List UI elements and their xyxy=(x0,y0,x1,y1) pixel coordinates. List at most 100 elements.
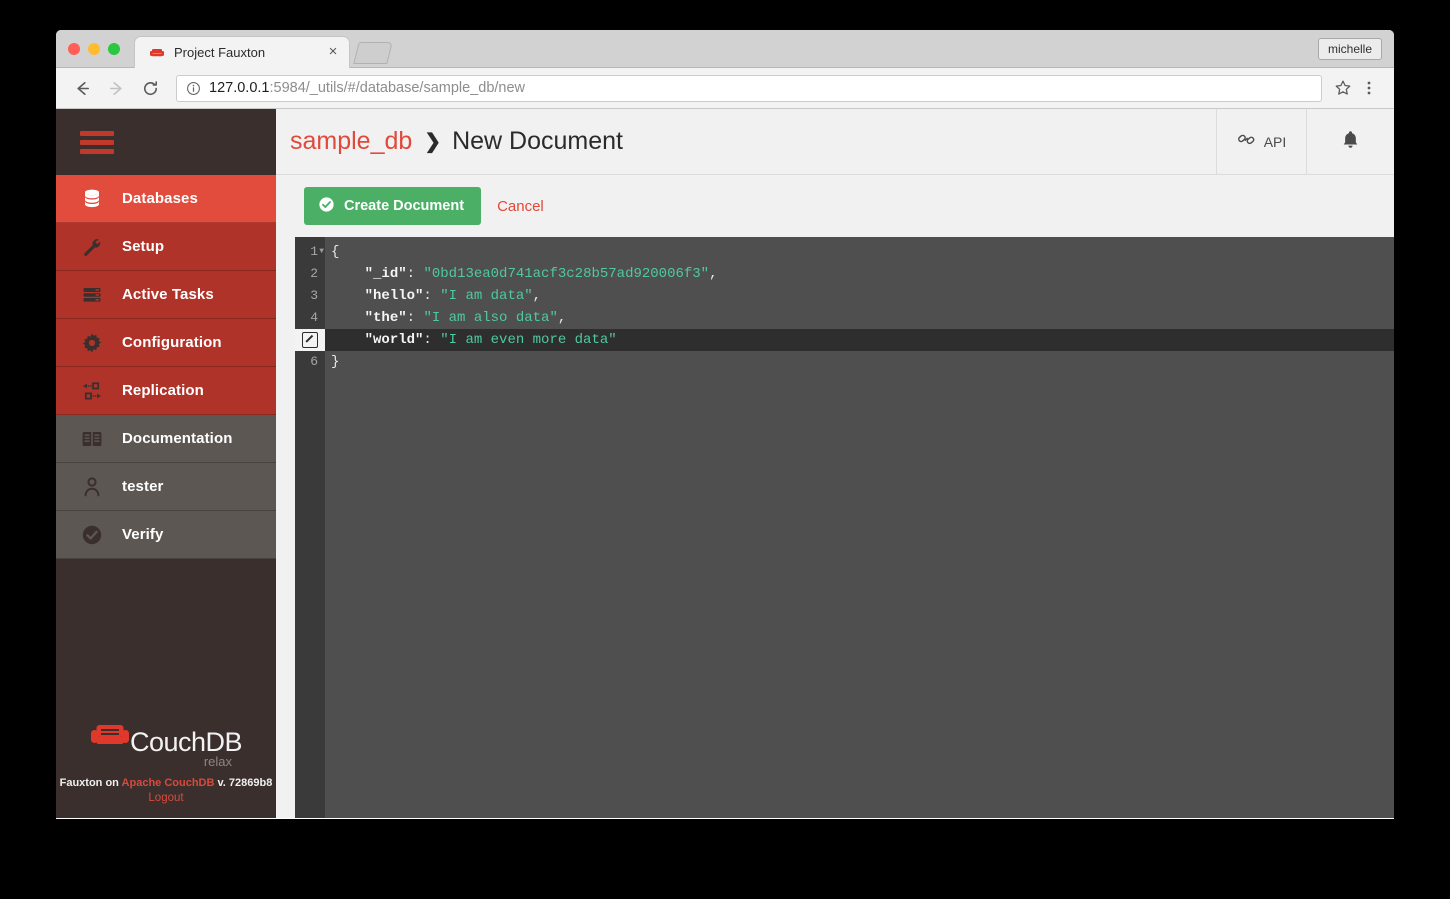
apache-couchdb-link[interactable]: Apache CouchDB xyxy=(122,777,215,789)
sidebar-item-active-tasks[interactable]: Active Tasks xyxy=(56,271,276,319)
code-line-text: { xyxy=(331,244,339,260)
url-host: 127.0.0.1 xyxy=(209,80,269,96)
couch-icon xyxy=(149,45,165,61)
gutter-line-number: 3 xyxy=(310,288,318,303)
code-line-text: "the": "I am also data", xyxy=(331,310,566,326)
json-code-editor[interactable]: 1 ▼ 2 3 4 6 xyxy=(295,237,1394,818)
window-traffic-lights xyxy=(68,43,120,55)
cancel-button[interactable]: Cancel xyxy=(497,198,544,215)
gutter-line[interactable]: 3 xyxy=(295,285,325,307)
code-line[interactable]: } xyxy=(325,351,1394,373)
bookmark-star-icon[interactable] xyxy=(1330,75,1356,101)
create-document-button[interactable]: Create Document xyxy=(304,187,481,225)
new-tab-button[interactable] xyxy=(353,42,392,64)
database-icon xyxy=(80,187,110,211)
page-header: sample_db ❯ New Document xyxy=(276,109,1394,175)
gutter-line[interactable]: 6 xyxy=(295,351,325,373)
profile-button[interactable]: michelle xyxy=(1318,38,1382,60)
gutter-line[interactable]: 2 xyxy=(295,263,325,285)
api-button[interactable]: API xyxy=(1216,109,1306,175)
reload-icon[interactable] xyxy=(136,74,164,102)
address-bar[interactable]: 127.0.0.1:5984/_utils/#/database/sample_… xyxy=(176,75,1322,102)
address-bar-url: 127.0.0.1:5984/_utils/#/database/sample_… xyxy=(209,80,525,96)
replication-icon xyxy=(80,379,110,403)
link-chain-icon xyxy=(1237,130,1256,154)
fauxton-app: Databases Setup xyxy=(56,109,1394,818)
browser-tab-strip: Project Fauxton × michelle xyxy=(56,30,1394,68)
wrench-icon xyxy=(80,235,110,259)
code-line[interactable]: "hello": "I am data", xyxy=(325,285,1394,307)
code-line-text: "_id": "0bd13ea0d741acf3c28b57ad920006f3… xyxy=(331,266,718,282)
code-line[interactable]: "_id": "0bd13ea0d741acf3c28b57ad920006f3… xyxy=(325,263,1394,285)
editor-code-area[interactable]: { "_id": "0bd13ea0d741acf3c28b57ad920006… xyxy=(325,237,1394,818)
sidebar-item-user[interactable]: tester xyxy=(56,463,276,511)
minimize-window-button[interactable] xyxy=(88,43,100,55)
hamburger-icon[interactable] xyxy=(80,131,114,154)
fold-arrow-icon[interactable]: ▼ xyxy=(319,241,324,263)
sidebar-item-databases[interactable]: Databases xyxy=(56,175,276,223)
user-icon xyxy=(80,475,110,499)
create-document-label: Create Document xyxy=(344,198,464,214)
code-line[interactable]: { xyxy=(325,241,1394,263)
gutter-active-line[interactable] xyxy=(295,329,325,351)
sidebar-item-configuration[interactable]: Configuration xyxy=(56,319,276,367)
sidebar-item-label: Active Tasks xyxy=(122,286,214,303)
code-line[interactable]: "the": "I am also data", xyxy=(325,307,1394,329)
browser-toolbar: 127.0.0.1:5984/_utils/#/database/sample_… xyxy=(56,68,1394,109)
breadcrumb-database-link[interactable]: sample_db xyxy=(290,127,412,156)
check-circle-icon xyxy=(318,196,335,217)
sidebar-item-label: Verify xyxy=(122,526,163,543)
sidebar: Databases Setup xyxy=(56,109,276,818)
sidebar-item-label: Documentation xyxy=(122,430,232,447)
close-window-button[interactable] xyxy=(68,43,80,55)
breadcrumb: sample_db ❯ New Document xyxy=(276,127,1216,156)
bell-icon xyxy=(1340,129,1361,155)
code-line-text: "world": "I am even more data" xyxy=(331,332,617,348)
close-icon[interactable]: × xyxy=(325,45,341,61)
page-info-icon[interactable] xyxy=(186,81,201,96)
main-content: sample_db ❯ New Document xyxy=(276,109,1394,818)
url-path: :5984/_utils/#/database/sample_db/new xyxy=(269,80,525,96)
code-line-active[interactable]: "world": "I am even more data" xyxy=(325,329,1394,351)
gutter-line-number: 1 xyxy=(310,244,318,259)
back-arrow-icon[interactable] xyxy=(68,74,96,102)
logout-link[interactable]: Logout xyxy=(56,792,276,804)
footer-version: v. 72869b8 xyxy=(214,777,272,789)
gutter-line[interactable]: 4 xyxy=(295,307,325,329)
sidebar-item-documentation[interactable]: Documentation xyxy=(56,415,276,463)
sidebar-item-setup[interactable]: Setup xyxy=(56,223,276,271)
couchdb-logo: CouchDB xyxy=(56,721,276,756)
sidebar-spacer xyxy=(56,559,276,721)
forward-arrow-icon xyxy=(102,74,130,102)
sidebar-item-label: tester xyxy=(122,478,163,495)
sidebar-footer: CouchDB relax Fauxton on Apache CouchDB … xyxy=(56,721,276,818)
sidebar-item-verify[interactable]: Verify xyxy=(56,511,276,559)
sidebar-item-label: Databases xyxy=(122,190,198,207)
editor-gutter: 1 ▼ 2 3 4 6 xyxy=(295,237,325,818)
edit-pencil-icon xyxy=(302,332,318,348)
sidebar-item-replication[interactable]: Replication xyxy=(56,367,276,415)
browser-tab[interactable]: Project Fauxton × xyxy=(134,36,350,68)
three-dot-menu-icon[interactable] xyxy=(1356,75,1382,101)
sidebar-item-label: Configuration xyxy=(122,334,222,351)
code-line-text: "hello": "I am data", xyxy=(331,288,541,304)
footer-credit-prefix: Fauxton on xyxy=(60,777,122,789)
gutter-line-number: 2 xyxy=(310,266,318,281)
maximize-window-button[interactable] xyxy=(108,43,120,55)
sidebar-item-label: Setup xyxy=(122,238,164,255)
sidebar-nav: Databases Setup xyxy=(56,175,276,559)
browser-window: Project Fauxton × michelle xyxy=(56,30,1394,819)
sidebar-item-label: Replication xyxy=(122,382,204,399)
gutter-line-number: 4 xyxy=(310,310,318,325)
footer-credit: Fauxton on Apache CouchDB v. 72869b8 xyxy=(56,777,276,789)
gutter-line[interactable]: 1 ▼ xyxy=(295,241,325,263)
couchdb-wordmark: CouchDB xyxy=(130,729,242,756)
code-line-text: } xyxy=(331,354,339,370)
notifications-button[interactable] xyxy=(1306,109,1394,175)
page-title: New Document xyxy=(452,127,623,156)
check-circle-icon xyxy=(80,523,110,547)
tasks-icon xyxy=(80,283,110,307)
gutter-line-number: 6 xyxy=(310,354,318,369)
chevron-right-icon: ❯ xyxy=(424,129,441,154)
book-icon xyxy=(80,427,110,451)
